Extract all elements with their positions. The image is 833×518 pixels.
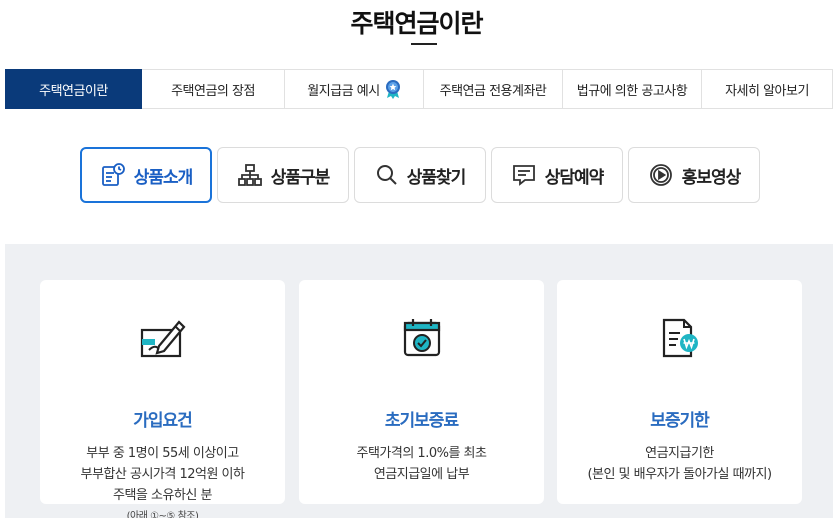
calendar-check-icon <box>299 316 544 360</box>
signature-pen-icon <box>40 316 285 362</box>
card-line: 주택을 소유하신 분 <box>113 488 212 503</box>
card-note: (아래 ①~⑤ 참조) <box>126 511 199 518</box>
card-eligibility: 가입요건 부부 중 1명이 55세 이상이고 부부합산 공시가격 12억원 이하… <box>40 280 285 518</box>
tab-label: 주택연금의 장점 <box>171 83 255 99</box>
card-line: 연금지급기한 <box>645 446 714 461</box>
card-description: 주택가격의 1.0%를 최초 연금지급일에 납부 <box>299 443 544 485</box>
promo-video-button[interactable]: 홍보영상 <box>628 147 760 203</box>
tab-bar: 주택연금이란 주택연금의 장점 월지급금 예시 주택연금 전용계좌란 법규에 의… <box>5 69 833 109</box>
card-initial-guarantee-fee: 초기보증료 주택가격의 1.0%를 최초 연금지급일에 납부 <box>299 280 544 504</box>
tab-label: 법규에 의한 공고사항 <box>576 83 688 99</box>
chat-bubble-icon <box>511 162 537 188</box>
subnav-label: 상담예약 <box>544 167 605 188</box>
document-clock-icon <box>100 162 126 188</box>
subnav-label: 홍보영상 <box>681 167 742 188</box>
product-search-button[interactable]: 상품찾기 <box>354 147 486 203</box>
card-line: 부부합산 공시가격 12억원 이하 <box>80 467 245 482</box>
subnav-label: 상품소개 <box>133 167 194 188</box>
card-title: 가입요건 <box>133 411 193 431</box>
search-icon <box>375 163 399 187</box>
page-title: 주택연금이란 <box>350 9 483 38</box>
consultation-booking-button[interactable]: 상담예약 <box>491 147 623 203</box>
card-title: 초기보증료 <box>384 411 459 431</box>
tab-advantages[interactable]: 주택연금의 장점 <box>142 69 285 109</box>
card-guarantee-period: 보증기한 연금지급기한 (본인 및 배우자가 돌아가실 때까지) <box>557 280 802 504</box>
card-line: 연금지급일에 납부 <box>373 467 470 482</box>
tab-monthly-payment-example[interactable]: 월지급금 예시 <box>285 69 424 109</box>
tab-label: 주택연금이란 <box>39 83 108 99</box>
tab-legal-notices[interactable]: 법규에 의한 공고사항 <box>563 69 702 109</box>
tab-reverse-mortgage-intro[interactable]: 주택연금이란 <box>5 69 142 109</box>
card-title: 보증기한 <box>650 411 710 431</box>
award-badge-icon <box>385 79 401 99</box>
title-underline <box>411 43 437 45</box>
page: 주택연금이란 주택연금이란 주택연금의 장점 월지급금 예시 주택연금 전용계좌… <box>0 0 833 518</box>
product-subnav: 상품소개 상품구분 상품찾기 상담예약 홍보영상 <box>80 147 760 203</box>
subnav-label: 상품구분 <box>270 167 331 188</box>
tab-dedicated-account[interactable]: 주택연금 전용계좌란 <box>424 69 563 109</box>
tab-label: 주택연금 전용계좌란 <box>439 83 547 99</box>
product-category-button[interactable]: 상품구분 <box>217 147 349 203</box>
document-won-icon <box>557 316 802 360</box>
card-line: 부부 중 1명이 55세 이상이고 <box>86 446 239 461</box>
summary-panel: 가입요건 부부 중 1명이 55세 이상이고 부부합산 공시가격 12억원 이하… <box>5 244 833 518</box>
card-description: 부부 중 1명이 55세 이상이고 부부합산 공시가격 12억원 이하 주택을 … <box>40 443 285 518</box>
org-chart-icon <box>237 162 263 188</box>
card-line: (본인 및 배우자가 돌아가실 때까지) <box>587 467 772 482</box>
tab-label: 월지급금 예시 <box>307 83 380 99</box>
play-circle-icon <box>648 162 674 188</box>
tab-learn-more[interactable]: 자세히 알아보기 <box>702 69 833 109</box>
subnav-label: 상품찾기 <box>406 167 467 188</box>
tab-label: 자세히 알아보기 <box>725 83 809 99</box>
card-line: 주택가격의 1.0%를 최초 <box>356 446 487 461</box>
product-intro-button[interactable]: 상품소개 <box>80 147 212 203</box>
card-description: 연금지급기한 (본인 및 배우자가 돌아가실 때까지) <box>557 443 802 485</box>
